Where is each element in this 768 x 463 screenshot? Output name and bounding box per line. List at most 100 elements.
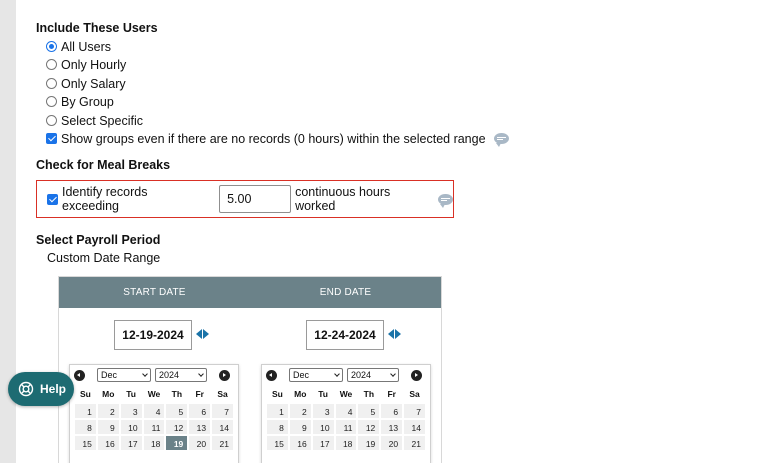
- report-options: Include These Users All Users Only Hourl…: [36, 0, 756, 463]
- identify-records-label: Identify records exceeding: [62, 185, 148, 213]
- start-date-steppers: [196, 329, 209, 339]
- calendar-day[interactable]: 6: [380, 403, 404, 419]
- radio-label: All Users: [61, 39, 112, 54]
- start-date-header: START DATE: [123, 287, 186, 298]
- prev-month-icon[interactable]: [74, 369, 85, 381]
- calendar-day[interactable]: 5: [357, 403, 381, 419]
- calendar-day[interactable]: 21: [211, 435, 234, 451]
- include-users-heading: Include These Users: [36, 21, 158, 35]
- calendar-day[interactable]: 5: [165, 403, 189, 419]
- continuous-hours-input[interactable]: [219, 185, 292, 213]
- radio-button[interactable]: [46, 78, 57, 89]
- start-date-calendar: Dec 2024 Su Mo Tu We Th Fr Sa 1 2 3 4 5 6 7 8 9 10 11 12 13…: [69, 364, 239, 463]
- radio-label: By Group: [61, 94, 114, 109]
- calendar-day[interactable]: 11: [142, 419, 166, 435]
- calendar-day[interactable]: 17: [119, 435, 143, 451]
- weekday-header: Th: [171, 389, 183, 399]
- prev-day-icon[interactable]: [388, 329, 394, 339]
- show-groups-option[interactable]: Show groups even if there are no records…: [46, 130, 509, 147]
- calendar-day[interactable]: 4: [334, 403, 358, 419]
- prev-day-icon[interactable]: [196, 329, 202, 339]
- calendar-day[interactable]: 12: [165, 419, 189, 435]
- calendar-day[interactable]: 10: [119, 419, 143, 435]
- radio-label: Only Salary: [61, 76, 126, 91]
- calendar-day[interactable]: 16: [96, 435, 120, 451]
- calendar-day[interactable]: 18: [334, 435, 358, 451]
- show-groups-checkbox[interactable]: [46, 133, 57, 144]
- calendar-day[interactable]: 17: [311, 435, 335, 451]
- chevron-down-icon: [390, 370, 396, 377]
- calendar-day[interactable]: 7: [403, 403, 426, 419]
- weekday-header: We: [147, 389, 161, 399]
- next-month-icon[interactable]: [219, 369, 230, 381]
- calendar-day[interactable]: 3: [119, 403, 143, 419]
- comment-icon[interactable]: [438, 193, 454, 208]
- calendar-day[interactable]: 9: [288, 419, 312, 435]
- weekday-header: Mo: [294, 389, 307, 399]
- calendar-day[interactable]: 3: [311, 403, 335, 419]
- calendar-day[interactable]: 14: [403, 419, 426, 435]
- month-select[interactable]: Dec: [97, 368, 151, 382]
- radio-select-specific[interactable]: Select Specific: [46, 112, 143, 129]
- show-groups-label: Show groups even if there are no records…: [61, 131, 486, 146]
- calendar-day[interactable]: 14: [211, 419, 234, 435]
- start-date-field[interactable]: 12-19-2024: [114, 320, 192, 350]
- calendar-day[interactable]: 10: [311, 419, 335, 435]
- calendar-day[interactable]: 19: [357, 435, 381, 451]
- calendar-day[interactable]: 11: [334, 419, 358, 435]
- calendar-day[interactable]: 12: [357, 419, 381, 435]
- month-select[interactable]: Dec: [289, 368, 343, 382]
- next-day-icon[interactable]: [203, 329, 209, 339]
- calendar-day[interactable]: 16: [288, 435, 312, 451]
- calendar-day[interactable]: 2: [288, 403, 312, 419]
- weekday-header: Su: [79, 389, 91, 399]
- calendar-grid: Su Mo Tu We Th Fr Sa 1 2 3 4 5 6 7 8 9 10 11 12 13 14 15 16 17 1…: [70, 385, 238, 451]
- comment-icon[interactable]: [493, 133, 509, 147]
- radio-button[interactable]: [46, 96, 57, 107]
- lifebuoy-icon: [18, 381, 34, 397]
- end-date-field[interactable]: 12-24-2024: [306, 320, 384, 350]
- calendar-day[interactable]: 1: [74, 403, 97, 419]
- calendar-day[interactable]: 20: [188, 435, 212, 451]
- radio-label: Select Specific: [61, 113, 143, 128]
- calendar-day[interactable]: 20: [380, 435, 404, 451]
- year-select[interactable]: 2024: [347, 368, 399, 382]
- help-label: Help: [40, 382, 67, 396]
- calendar-toolbar: Dec 2024: [70, 365, 238, 385]
- calendar-day[interactable]: 13: [380, 419, 404, 435]
- calendar-day[interactable]: 7: [211, 403, 234, 419]
- calendar-day[interactable]: 18: [142, 435, 166, 451]
- radio-only-salary[interactable]: Only Salary: [46, 75, 126, 92]
- radio-all-users[interactable]: All Users: [46, 38, 111, 55]
- calendar-day[interactable]: 1: [266, 403, 289, 419]
- calendar-day[interactable]: 8: [266, 419, 289, 435]
- calendar-day[interactable]: 8: [74, 419, 97, 435]
- weekday-header: Sa: [217, 389, 228, 399]
- radio-button[interactable]: [46, 41, 57, 52]
- custom-date-range-label: Custom Date Range: [47, 251, 161, 265]
- help-button[interactable]: Help: [8, 372, 74, 406]
- calendar-day[interactable]: 15: [74, 435, 97, 451]
- radio-button[interactable]: [46, 59, 57, 70]
- selected-calendar-day[interactable]: 19: [165, 435, 189, 451]
- calendar-day[interactable]: 4: [142, 403, 166, 419]
- next-day-icon[interactable]: [395, 329, 401, 339]
- calendar-day[interactable]: 9: [96, 419, 120, 435]
- chevron-down-icon: [142, 370, 148, 377]
- calendar-day[interactable]: 21: [403, 435, 426, 451]
- calendar-day[interactable]: 13: [188, 419, 212, 435]
- weekday-header: Fr: [195, 389, 204, 399]
- calendar-day[interactable]: 6: [188, 403, 212, 419]
- radio-by-group[interactable]: By Group: [46, 93, 114, 110]
- chevron-down-icon: [198, 370, 204, 377]
- year-select[interactable]: 2024: [155, 368, 207, 382]
- calendar-day[interactable]: 15: [266, 435, 289, 451]
- end-date-calendar: Dec 2024 Su Mo Tu We Th Fr Sa 1 2 3 4 5 6 7 8 9 10 11 12 13…: [261, 364, 431, 463]
- next-month-icon[interactable]: [411, 369, 422, 381]
- prev-month-icon[interactable]: [266, 369, 277, 381]
- continuous-hours-label: continuous hours worked: [295, 185, 391, 213]
- radio-button[interactable]: [46, 115, 57, 126]
- calendar-day[interactable]: 2: [96, 403, 120, 419]
- identify-records-checkbox[interactable]: [47, 193, 58, 205]
- radio-only-hourly[interactable]: Only Hourly: [46, 56, 126, 73]
